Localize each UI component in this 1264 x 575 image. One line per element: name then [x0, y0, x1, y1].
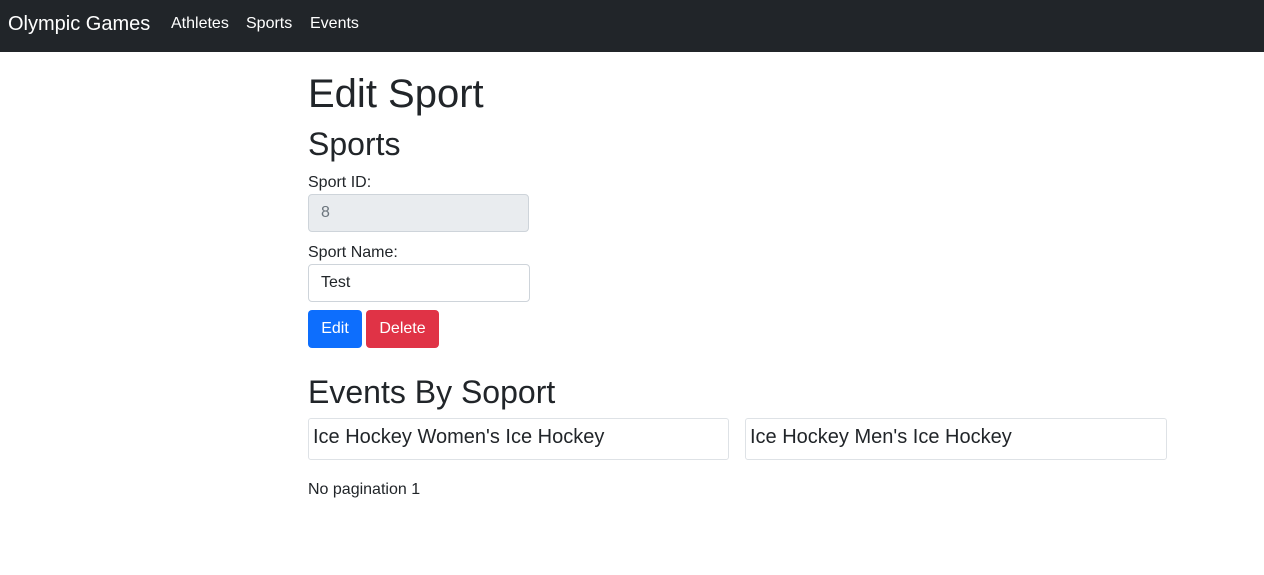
brand-link[interactable]: Olympic Games — [8, 12, 150, 36]
sport-id-field[interactable] — [308, 194, 529, 232]
sport-name-field[interactable] — [308, 264, 530, 302]
event-card[interactable]: Ice Hockey Women's Ice Hockey — [308, 418, 729, 460]
form-title: Sports — [308, 126, 401, 162]
nav-link-athletes[interactable]: Athletes — [171, 14, 229, 34]
event-card-title: Ice Hockey Men's Ice Hockey — [750, 426, 1012, 448]
sport-id-label: Sport ID: — [308, 174, 372, 191]
sport-name-label: Sport Name: — [308, 244, 398, 261]
event-card-title: Ice Hockey Women's Ice Hockey — [313, 426, 605, 448]
event-card[interactable]: Ice Hockey Men's Ice Hockey — [745, 418, 1167, 460]
nav-link-events[interactable]: Events — [310, 14, 359, 34]
nav-link-sports[interactable]: Sports — [246, 14, 292, 34]
top-navbar: Olympic Games Athletes Sports Events — [0, 0, 1264, 52]
page-title: Edit Sport — [308, 72, 484, 116]
events-title: Events By Soport — [308, 374, 556, 410]
delete-button[interactable]: Delete — [366, 310, 439, 348]
edit-button[interactable]: Edit — [308, 310, 362, 348]
pagination-text: No pagination 1 — [308, 481, 421, 498]
